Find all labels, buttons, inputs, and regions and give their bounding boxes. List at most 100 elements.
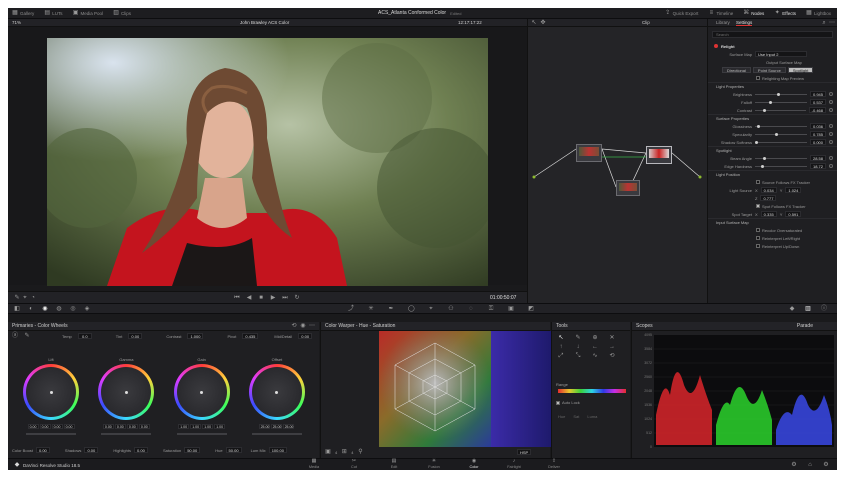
source-follows-checkbox[interactable] (756, 180, 760, 184)
page-tab-deliver[interactable]: ⇪ Deliver (534, 459, 574, 470)
skip-end-icon[interactable]: ⏭ (282, 295, 288, 301)
tab-media-pool[interactable]: ▣ Media Pool (73, 10, 103, 16)
tool-pin-icon[interactable]: ⊕ (592, 335, 598, 341)
edge-hardness-slider[interactable] (755, 164, 807, 168)
color-wheel-ring[interactable] (248, 364, 305, 420)
specularity-reset-icon[interactable] (829, 132, 833, 136)
master-wheel-slider[interactable] (176, 433, 227, 435)
tool-select-icon[interactable]: ↖ (558, 335, 564, 341)
color-wheel-value[interactable]: 1.00 (190, 424, 202, 429)
warper-canvas[interactable] (379, 331, 491, 447)
color-wheel-value[interactable]: 0.00 (114, 424, 126, 429)
skip-start-icon[interactable]: ⏮ (234, 295, 240, 301)
loop-icon[interactable]: ↻ (294, 295, 300, 301)
keyframes-icon[interactable]: ◆ (789, 306, 795, 312)
light-source-x[interactable]: 0.034 (760, 187, 777, 193)
play-reverse-icon[interactable]: ◀ (246, 295, 252, 301)
sizing-icon[interactable]: ▣ (508, 306, 514, 312)
warper-grid-icon[interactable]: ⊞ (341, 449, 347, 455)
mode-directional[interactable]: Directional (722, 67, 751, 73)
page-tab-cut[interactable]: ✂ Cut (334, 459, 374, 470)
window-icon[interactable]: ◯ (408, 306, 415, 312)
color-wheel-crosshair[interactable] (275, 390, 279, 394)
shadow-softness-value[interactable]: 0.000 (809, 139, 826, 145)
color-wheel-ring[interactable] (173, 364, 230, 420)
scopes-mode-select[interactable]: Parade (797, 323, 813, 329)
page-tab-edit[interactable]: ▤ Edit (374, 459, 414, 470)
color-wheel-center[interactable] (251, 367, 302, 417)
preferences-icon[interactable]: ⚙ (791, 462, 797, 468)
hand-icon[interactable]: ✥ (540, 20, 546, 26)
color-wheel-value[interactable]: 0.00 (39, 424, 51, 429)
clip-title[interactable]: John Brawley ACS Color (240, 20, 289, 25)
mode-spotlight[interactable]: Spotlight (787, 67, 814, 73)
hdr-icon[interactable]: ◈ (84, 306, 90, 312)
spot-target-y[interactable]: 0.591 (785, 211, 802, 217)
reset-all-icon[interactable]: ⟲ (291, 323, 297, 329)
output-surface-map-button[interactable]: Output Surface Map (766, 60, 802, 65)
color-wheels-icon[interactable]: ◉ (42, 306, 48, 312)
contrast-param-value[interactable]: 1.000 (187, 333, 204, 339)
pivot-value[interactable]: 0.435 (242, 333, 259, 339)
color-wheel-center[interactable] (101, 367, 152, 417)
falloff-reset-icon[interactable] (829, 100, 833, 104)
warper-link-icon[interactable]: ⚲ (357, 449, 363, 455)
color-wheel-value[interactable]: 1.00 (214, 424, 226, 429)
shadow-softness-reset-icon[interactable] (829, 140, 833, 144)
settings-search[interactable]: Search (712, 31, 833, 38)
light-source-y[interactable]: 1.024 (785, 187, 802, 193)
color-wheel-ring[interactable] (98, 364, 155, 420)
search-icon[interactable]: ⌕ (821, 20, 827, 26)
spot-follows-checkbox[interactable] (756, 204, 760, 208)
warper-icon[interactable]: ✳ (368, 306, 374, 312)
saturation-value[interactable]: 50.00 (184, 447, 201, 453)
color-wheel-value[interactable]: 0.00 (51, 424, 63, 429)
tool-arrow-left-icon[interactable]: ← (592, 344, 598, 350)
viewer-image[interactable] (47, 38, 488, 286)
tool-arrow-right-icon[interactable]: → (609, 344, 615, 350)
color-wheel-value[interactable]: 0.00 (27, 424, 39, 429)
brightness-reset-icon[interactable] (829, 92, 833, 96)
play-icon[interactable]: ▶ (270, 295, 276, 301)
motion-effects-icon[interactable]: ◎ (70, 306, 76, 312)
tool-smooth-icon[interactable]: ∿ (592, 353, 598, 359)
color-wheel-value[interactable]: 0.00 (63, 424, 75, 429)
relighting-preview-checkbox[interactable] (756, 76, 760, 80)
plugin-enabled-icon[interactable] (714, 44, 718, 48)
hue-value[interactable]: 50.00 (225, 447, 242, 453)
tool-arrow-down-icon[interactable]: ↓ (575, 344, 581, 350)
range-hue-bar[interactable] (558, 389, 626, 393)
node-01[interactable] (576, 144, 602, 162)
section-light-position[interactable]: Light Position (708, 170, 837, 178)
specularity-value[interactable]: 0.785 (809, 131, 826, 137)
tool-expand-icon[interactable]: ⤢ (558, 353, 564, 359)
color-wheel-value[interactable]: 25.00 (283, 424, 295, 429)
color-wheel-value[interactable]: 1.00 (178, 424, 190, 429)
glossiness-value[interactable]: 0.036 (809, 123, 826, 129)
blur-icon[interactable]: ◌ (468, 306, 474, 312)
beam-angle-value[interactable]: 28.58 (809, 155, 826, 161)
color-wheel-value[interactable]: 1.00 (202, 424, 214, 429)
auto-balance-icon[interactable]: ⓐ (12, 333, 18, 339)
camera-raw-icon[interactable]: ◧ (14, 306, 20, 312)
node-02[interactable] (616, 180, 640, 196)
shadows-value[interactable]: 0.00 (84, 447, 99, 453)
node-graph[interactable] (527, 27, 707, 303)
highlights-value[interactable]: 0.00 (133, 447, 148, 453)
tab-lightbox[interactable]: ▦ Lightbox (806, 10, 831, 16)
master-wheel-slider[interactable] (251, 433, 302, 435)
tracker-icon[interactable]: ⌖ (428, 306, 434, 312)
tab-nodes[interactable]: ⌘ Nodes (743, 10, 764, 16)
warper-hue-count[interactable]: 4 (335, 450, 337, 455)
page-tab-fairlight[interactable]: ♪ Fairlight (494, 459, 534, 470)
warper-mode-select[interactable]: HSP (517, 449, 532, 455)
light-source-z[interactable]: 0.777 (760, 195, 777, 201)
mode-icon[interactable]: ◉ (300, 323, 306, 329)
color-wheel-value[interactable]: 0.00 (102, 424, 114, 429)
audio-icon[interactable]: ◔ (30, 295, 36, 301)
section-spotlight[interactable]: Spotlight (708, 146, 837, 154)
color-wheel-value[interactable]: 0.00 (138, 424, 150, 429)
qualifier-icon[interactable]: ✒ (388, 306, 394, 312)
color-wheel-value[interactable]: 25.00 (259, 424, 271, 429)
color-match-icon[interactable]: ◐ (28, 306, 34, 312)
